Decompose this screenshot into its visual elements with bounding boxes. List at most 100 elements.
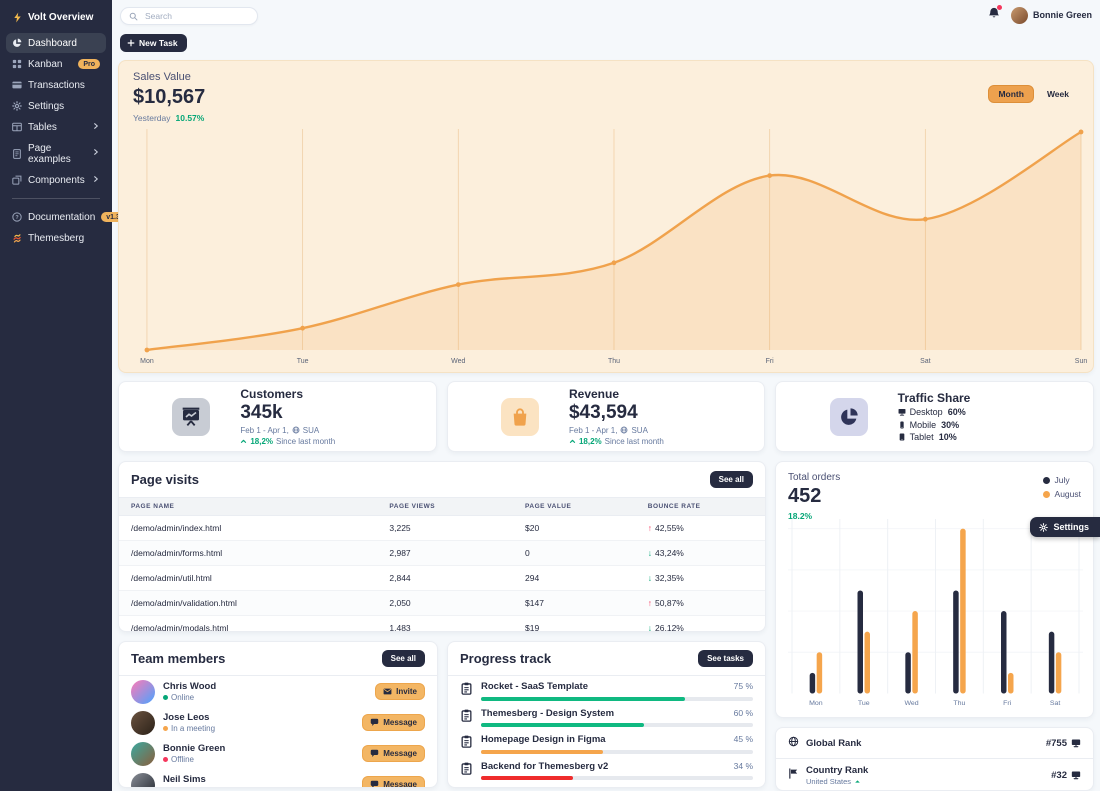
rank-label: Global Rank	[806, 738, 861, 749]
rank-value: #32	[1051, 770, 1081, 781]
sales-title: Sales Value	[133, 71, 1079, 83]
toggle-month[interactable]: Month	[988, 85, 1034, 103]
credit-card-icon	[12, 80, 22, 90]
bounce-rate-cell: ↓26,12%	[636, 616, 765, 633]
sidebar-item-themesberg[interactable]: Themesberg	[6, 228, 106, 248]
search-box[interactable]	[120, 7, 258, 25]
see-tasks-button[interactable]: See tasks	[698, 650, 753, 667]
svg-text:Tue: Tue	[297, 358, 309, 365]
member-avatar	[131, 773, 155, 789]
message-button[interactable]: Message	[362, 745, 425, 762]
chevron-right-icon	[92, 122, 100, 133]
brand[interactable]: Volt Overview	[0, 5, 112, 32]
table-row: /demo/admin/modals.html1,483$19↓26,12%	[119, 616, 765, 633]
stat-title: Revenue	[569, 387, 711, 401]
country-rank-row: Country RankUnited States#32	[776, 759, 1093, 791]
sidebar-item-components[interactable]: Components	[6, 170, 106, 190]
sidebar-item-settings[interactable]: Settings	[6, 96, 106, 116]
member-avatar	[131, 711, 155, 735]
stat-card-customers: Customers345kFeb 1 - Apr 1,SUA18,2%Since…	[118, 381, 437, 452]
clipboard-icon	[460, 762, 473, 780]
svg-text:Tue: Tue	[858, 700, 870, 707]
sidebar-item-label: Themesberg	[28, 233, 84, 244]
ranks-card: Global Rank#755Country RankUnited States…	[775, 727, 1094, 791]
svg-text:Thu: Thu	[608, 358, 620, 365]
traffic-label: Mobile	[910, 420, 937, 430]
sales-value-card: Sales Value $10,567 Yesterday10.57% Mont…	[118, 60, 1094, 373]
tablet-icon	[898, 433, 906, 441]
sidebar-item-transactions[interactable]: Transactions	[6, 75, 106, 95]
page-name-cell: /demo/admin/util.html	[119, 566, 377, 591]
table-row: /demo/admin/validation.html2,050$147↑50,…	[119, 591, 765, 616]
search-input[interactable]	[143, 10, 249, 22]
page-views-cell: 2,844	[377, 566, 513, 591]
sidebar-nav: Dashboard KanbanPro Transactions Settings Ta…	[0, 33, 112, 190]
rank-sublabel: United States	[806, 777, 868, 786]
status-dot	[163, 695, 168, 700]
global-rank-row: Global Rank#755	[776, 728, 1093, 759]
sidebar-item-tables[interactable]: Tables	[6, 117, 106, 137]
sidebar-item-label: Tables	[28, 122, 57, 133]
new-task-button[interactable]: New Task	[120, 34, 187, 52]
globe-icon	[292, 426, 300, 434]
total-orders-value: 452	[788, 485, 1081, 508]
page-visits-title: Page visits	[131, 472, 199, 487]
sidebar-item-kanban[interactable]: KanbanPro	[6, 54, 106, 74]
legend-dot	[1043, 477, 1050, 484]
invite-button[interactable]: Invite	[375, 683, 425, 700]
sidebar-item-label: Transactions	[28, 80, 85, 91]
svg-text:?: ?	[15, 215, 18, 221]
question-circle-icon: ?	[12, 212, 22, 222]
main-content: Bonnie Green New Task Sales Value $10,56…	[112, 0, 1100, 791]
pie-icon-box	[830, 398, 868, 436]
progress-percent: 34 %	[734, 761, 753, 771]
sidebar-item-label: Dashboard	[28, 38, 77, 49]
toggle-week[interactable]: Week	[1037, 85, 1079, 103]
svg-text:Sat: Sat	[920, 358, 931, 365]
member-name: Neil Sims	[163, 774, 206, 785]
topbar: Bonnie Green New Task	[118, 0, 1094, 60]
team-members-title: Team members	[131, 651, 225, 666]
arrow-down-icon: ↓	[648, 623, 652, 632]
svg-text:Mon: Mon	[809, 700, 823, 707]
message-button[interactable]: Message	[362, 714, 425, 731]
sidebar-item-label: Page examples	[28, 143, 86, 165]
member-avatar	[131, 742, 155, 766]
components-icon	[12, 175, 22, 185]
progress-item: Homepage Design in Figma45 %	[448, 729, 765, 756]
progress-percent: 60 %	[734, 708, 753, 718]
progress-track-card: Progress track See tasks Rocket - SaaS T…	[447, 641, 766, 788]
sidebar-item-documentation[interactable]: ?Documentationv1.3	[6, 207, 106, 227]
notifications-bell-icon[interactable]	[988, 6, 1000, 24]
user-menu[interactable]: Bonnie Green	[1011, 7, 1092, 24]
team-member-row: Jose LeosIn a meeting Message	[119, 707, 437, 738]
page-name-cell: /demo/admin/index.html	[119, 516, 377, 541]
member-status: Offline	[163, 755, 225, 764]
progress-bar	[481, 723, 753, 727]
sales-change: 10.57%	[176, 113, 205, 123]
chevron-up-icon	[240, 438, 247, 445]
message-button[interactable]: Message	[362, 776, 425, 788]
stat-value: $43,594	[569, 402, 711, 424]
column-header: Page views	[377, 498, 513, 516]
flame-icon	[12, 233, 22, 243]
team-see-all-button[interactable]: See all	[382, 650, 425, 667]
sidebar-item-dashboard[interactable]: Dashboard	[6, 33, 106, 53]
globe-icon	[620, 426, 628, 434]
user-avatar	[1011, 7, 1028, 24]
member-status: In a meeting	[163, 724, 215, 733]
sidebar-item-page-examples[interactable]: Page examples	[6, 138, 106, 169]
svg-text:Fri: Fri	[1003, 700, 1012, 707]
shopping-bag-icon	[510, 407, 530, 427]
member-name: Jose Leos	[163, 712, 215, 723]
team-member-row: Bonnie GreenOfflineMessage	[119, 738, 437, 769]
page-value-cell: $20	[513, 516, 636, 541]
settings-button[interactable]: Settings	[1030, 517, 1100, 537]
see-all-button[interactable]: See all	[710, 471, 753, 488]
sidebar-item-label: Documentation	[28, 212, 95, 223]
arrow-up-icon: ↑	[648, 523, 652, 533]
period-toggle: MonthWeek	[988, 85, 1079, 103]
sales-header: Sales Value $10,567 Yesterday10.57%	[119, 61, 1093, 123]
legend-dot	[1043, 491, 1050, 498]
caret-up-icon	[854, 778, 861, 785]
